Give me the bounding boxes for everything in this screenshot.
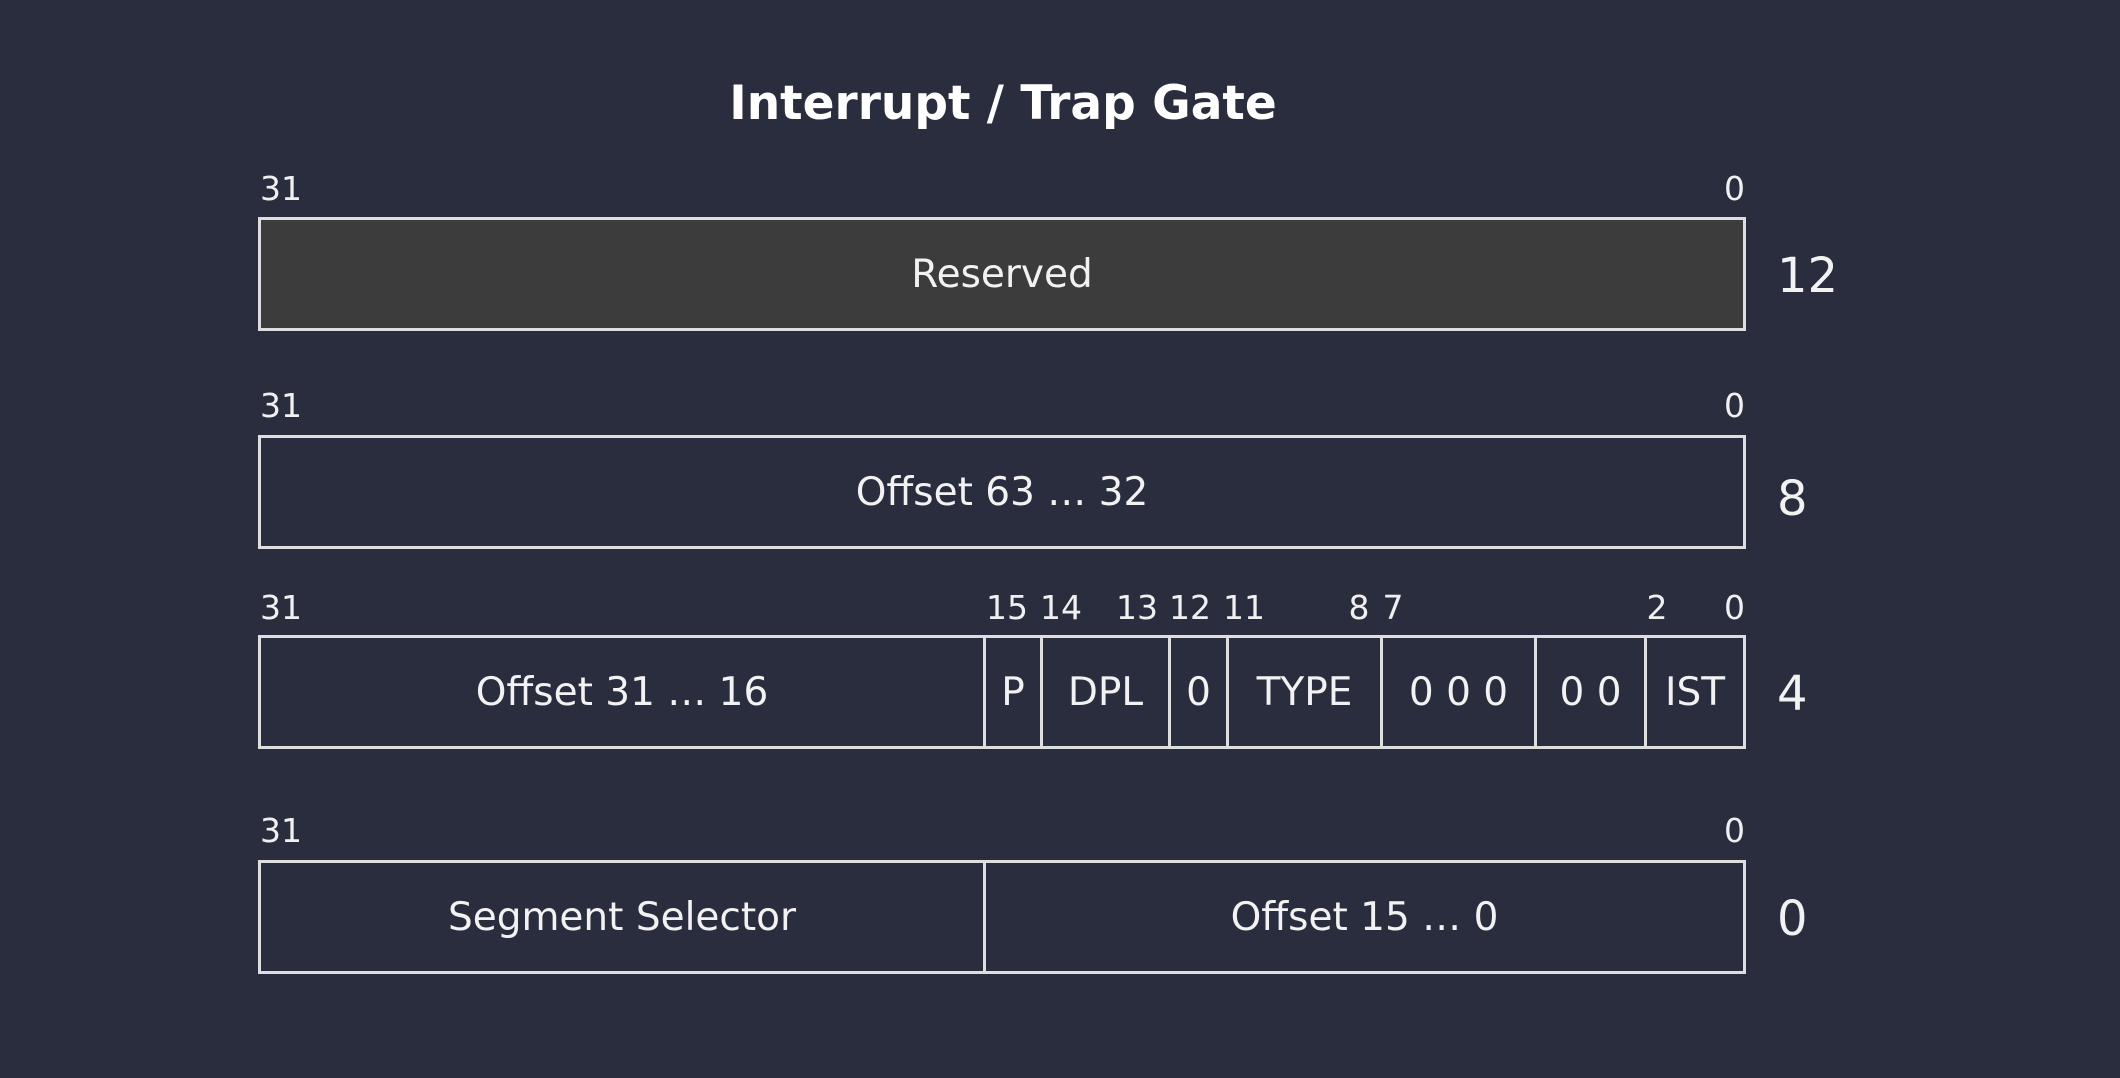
bit-label-0: 0 bbox=[1724, 811, 1745, 850]
field-zero-bits-4-3: 0 0 bbox=[1534, 638, 1644, 746]
byte-offset-12: 12 bbox=[1777, 248, 1839, 304]
bit-label-0: 0 bbox=[1724, 169, 1745, 208]
row-offset-0: Segment Selector Offset 15 … 0 bbox=[258, 860, 1746, 974]
field-type: TYPE bbox=[1226, 638, 1380, 746]
bit-label-12: 12 bbox=[1169, 588, 1211, 627]
byte-offset-0: 0 bbox=[1777, 891, 1808, 947]
bit-label-0: 0 bbox=[1724, 588, 1745, 627]
bit-label-13: 13 bbox=[1116, 588, 1158, 627]
bit-label-11: 11 bbox=[1223, 588, 1265, 627]
bit-label-31: 31 bbox=[260, 811, 302, 850]
row-offset-12: Reserved bbox=[258, 217, 1746, 331]
bit-label-8: 8 bbox=[1348, 588, 1370, 627]
byte-offset-4: 4 bbox=[1777, 666, 1808, 722]
bit-label-15: 15 bbox=[986, 588, 1028, 627]
field-segment-selector: Segment Selector bbox=[447, 894, 797, 940]
field-ist: IST bbox=[1644, 638, 1743, 746]
field-offset-31-16: Offset 31 … 16 bbox=[475, 669, 769, 715]
bit-label-7: 7 bbox=[1382, 588, 1404, 627]
byte-offset-8: 8 bbox=[1777, 471, 1808, 527]
field-present: P bbox=[983, 638, 1040, 746]
field-zero-bit: 0 bbox=[1168, 638, 1226, 746]
bit-label-14: 14 bbox=[1040, 588, 1082, 627]
field-dpl: DPL bbox=[1040, 638, 1168, 746]
bit-label-31: 31 bbox=[260, 169, 302, 208]
bit-label-31: 31 bbox=[260, 588, 302, 627]
field-reserved: Reserved bbox=[911, 251, 1093, 297]
bit-label-2: 2 bbox=[1646, 588, 1668, 627]
field-zero-bits-7-5: 0 0 0 bbox=[1380, 638, 1534, 746]
field-offset-15-0: Offset 15 … 0 bbox=[983, 863, 1743, 971]
bit-label-31: 31 bbox=[260, 386, 302, 425]
row-offset-8: Offset 63 … 32 bbox=[258, 435, 1746, 549]
bit-label-0: 0 bbox=[1724, 386, 1745, 425]
diagram-title: Interrupt / Trap Gate bbox=[729, 76, 1277, 131]
field-offset-63-32: Offset 63 … 32 bbox=[855, 469, 1149, 515]
row-offset-4: Offset 31 … 16 P DPL 0 TYPE 0 0 0 0 0 IS… bbox=[258, 635, 1746, 749]
